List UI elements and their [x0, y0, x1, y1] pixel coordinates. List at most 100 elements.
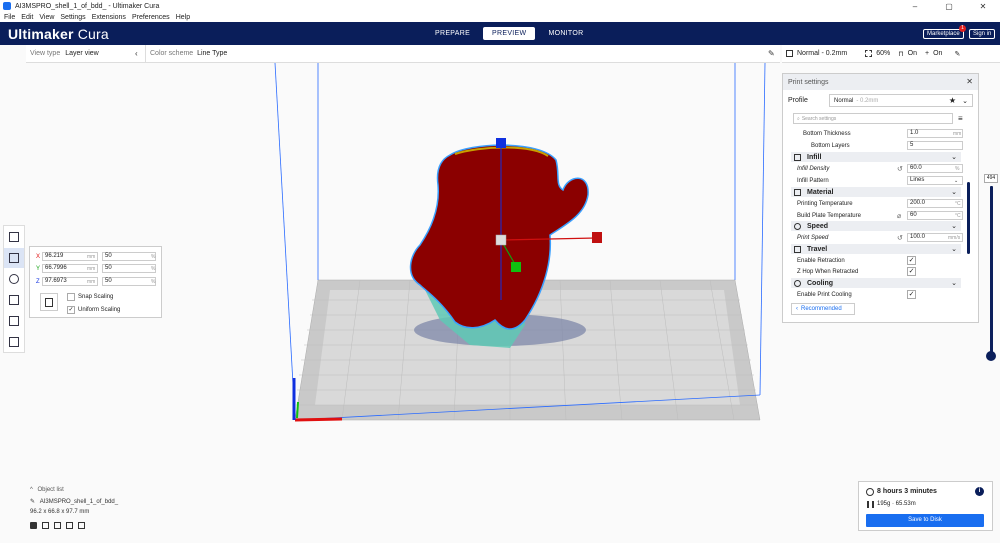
enable-cooling-checkbox[interactable]: ✓	[907, 290, 916, 299]
clock-icon	[866, 488, 874, 496]
view-left-icon[interactable]	[66, 522, 73, 529]
menu-preferences[interactable]: Preferences	[132, 14, 170, 21]
rotate-tool-button[interactable]	[4, 269, 24, 289]
pencil-icon[interactable]: ✎	[954, 50, 960, 58]
layer-slider-handle[interactable]	[986, 351, 996, 361]
y-axis-label: Y	[36, 266, 41, 272]
camera-view-buttons	[30, 522, 150, 529]
z-axis	[296, 401, 299, 419]
category-infill[interactable]: Infill ⌄	[791, 152, 961, 162]
view-3d-icon[interactable]	[30, 522, 37, 529]
uniform-scaling-checkbox[interactable]: ✓	[67, 306, 75, 314]
menu-bar: File Edit View Settings Extensions Prefe…	[0, 12, 1000, 22]
support-blocker-icon	[9, 337, 19, 347]
infill-icon	[865, 50, 873, 57]
close-window-button[interactable]: ✕	[966, 0, 1000, 12]
support-icon: ⊓	[898, 50, 904, 58]
object-list: ^ Object list ✎ AI3MSPRO_shell_1_of_bdd_…	[30, 487, 150, 529]
per-model-settings-button[interactable]	[4, 311, 24, 331]
z-axis-label: Z	[36, 279, 40, 285]
recommended-button[interactable]: ‹ Recommended	[791, 303, 855, 315]
chevron-left-icon[interactable]: ‹	[135, 49, 138, 58]
view-top-icon[interactable]	[54, 522, 61, 529]
mirror-icon	[9, 295, 19, 305]
cura-header: Ultimaker Cura PREPARE PREVIEW MONITOR M…	[0, 22, 1000, 45]
reset-scale-button[interactable]	[40, 293, 58, 311]
scale-tool-panel: X 96.219 mm 50 % Y 66.7996 mm 50 % Z 97.…	[29, 246, 162, 318]
reset-icon[interactable]: ↺	[897, 234, 903, 242]
object-name[interactable]: AI3MSPRO_shell_1_of_bdd_	[40, 499, 118, 505]
snap-scaling-checkbox[interactable]	[67, 293, 75, 301]
chevron-down-icon: ⌄	[951, 154, 957, 161]
menu-help[interactable]: Help	[176, 14, 190, 21]
scale-z-percent-input[interactable]: 50	[102, 277, 156, 286]
layer-slider[interactable]: 494	[984, 174, 998, 364]
link-icon[interactable]: ⌀	[897, 212, 901, 220]
print-setup-summary[interactable]: Normal - 0.2mm 60% ⊓ On + On ✎	[782, 45, 1000, 63]
pencil-icon[interactable]: ✎	[30, 499, 35, 505]
tab-prepare[interactable]: PREPARE	[426, 27, 479, 40]
object-list-header: Object list	[37, 487, 64, 493]
view-type-value[interactable]: Layer view	[65, 50, 98, 57]
marketplace-button[interactable]: Marketplace	[923, 29, 964, 39]
tab-preview[interactable]: PREVIEW	[483, 27, 536, 40]
bottom-layers-input[interactable]: 5	[907, 141, 963, 150]
profile-dropdown[interactable]: Normal - 0.2mm ★ ⌄	[829, 94, 973, 107]
info-icon[interactable]: i	[975, 487, 984, 496]
mirror-tool-button[interactable]	[4, 290, 24, 310]
gizmo-y-handle	[511, 262, 521, 272]
layer-number-input[interactable]: 494	[984, 174, 998, 183]
x-axis	[294, 417, 343, 422]
setting-print-speed: Print Speed ↺ 100.0 mm/s	[783, 232, 980, 243]
support-blocker-button[interactable]	[4, 332, 24, 352]
menu-settings[interactable]: Settings	[60, 14, 85, 21]
scale-icon	[9, 253, 19, 263]
window-title: AI3MSPRO_shell_1_of_bdd_ - Ultimaker Cur…	[15, 2, 160, 10]
per-model-icon	[9, 316, 19, 326]
search-settings-input[interactable]: ⌕ Search settings	[793, 113, 953, 124]
menu-file[interactable]: File	[4, 14, 15, 21]
scale-y-percent-input[interactable]: 50	[102, 264, 156, 273]
settings-scrollbar[interactable]	[967, 182, 970, 254]
cura-app-icon	[3, 2, 11, 10]
marketplace-badge: 1	[959, 25, 966, 32]
adhesion-summary: On	[933, 50, 943, 57]
view-right-icon[interactable]	[78, 522, 85, 529]
save-to-disk-button[interactable]: Save to Disk	[866, 514, 984, 527]
category-cooling[interactable]: Cooling ⌄	[791, 278, 961, 288]
pencil-icon[interactable]: ✎	[768, 49, 775, 58]
view-type-label: View type	[30, 50, 61, 57]
menu-edit[interactable]: Edit	[21, 14, 33, 21]
tab-monitor[interactable]: MONITOR	[539, 27, 592, 40]
scale-tool-button[interactable]	[4, 248, 24, 268]
maximize-button[interactable]: ▢	[932, 0, 966, 12]
z-hop-checkbox[interactable]: ✓	[907, 267, 916, 276]
color-scheme-selector[interactable]: Color scheme Line Type	[150, 50, 227, 57]
gizmo-center-handle	[495, 234, 507, 246]
layer-slider-track[interactable]	[990, 186, 993, 356]
reset-icon[interactable]: ↺	[897, 165, 903, 173]
move-tool-button[interactable]	[4, 227, 24, 247]
material-icon	[794, 188, 801, 196]
setting-bottom-layers: Bottom Layers 5	[783, 140, 980, 151]
color-scheme-label: Color scheme	[150, 50, 194, 57]
star-icon[interactable]: ★	[949, 96, 956, 105]
enable-retraction-checkbox[interactable]: ✓	[907, 256, 916, 265]
scale-x-percent-input[interactable]: 50	[102, 252, 156, 261]
menu-view[interactable]: View	[39, 14, 54, 21]
settings-menu-icon[interactable]: ≡	[958, 114, 963, 123]
category-travel[interactable]: Travel ⌄	[791, 244, 961, 254]
menu-extensions[interactable]: Extensions	[92, 14, 126, 21]
minimize-button[interactable]: –	[898, 0, 932, 12]
category-material[interactable]: Material ⌄	[791, 187, 961, 197]
view-options-bar: View type Layer view ‹ Color scheme Line…	[26, 45, 780, 63]
view-front-icon[interactable]	[42, 522, 49, 529]
category-speed[interactable]: Speed ⌄	[791, 221, 961, 231]
close-icon[interactable]: ✕	[966, 77, 973, 86]
sign-in-button[interactable]: Sign in	[969, 29, 996, 39]
object-list-toggle[interactable]: ^ Object list	[30, 487, 150, 493]
filament-icon	[867, 501, 874, 508]
rotate-icon	[9, 274, 19, 284]
setting-infill-pattern: Infill Pattern Lines ⌄	[783, 175, 980, 186]
gizmo-z-handle	[496, 138, 506, 148]
